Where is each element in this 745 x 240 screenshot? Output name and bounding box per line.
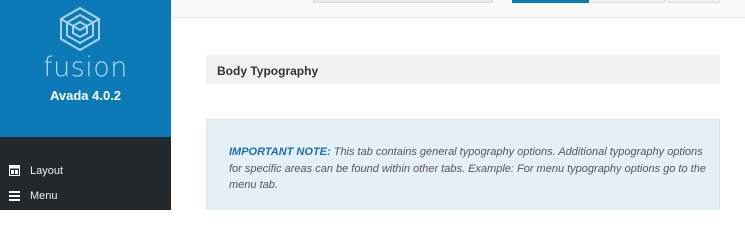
- toolbar-button[interactable]: [593, 0, 665, 3]
- important-note-box: IMPORTANT NOTE: This tab contains genera…: [206, 119, 720, 210]
- layout-icon: [8, 165, 20, 177]
- sidebar-item-label: Menu: [30, 189, 58, 202]
- note-text: IMPORTANT NOTE: This tab contains genera…: [229, 144, 709, 194]
- sidebar: fusion Avada 4.0.2 Layout Menu: [0, 0, 171, 210]
- save-changes-button[interactable]: [512, 0, 589, 3]
- sidebar-item-menu[interactable]: Menu: [0, 183, 171, 208]
- sidebar-item-label: Layout: [30, 164, 64, 177]
- brand-name: fusion: [43, 52, 128, 83]
- search-input[interactable]: [313, 0, 493, 3]
- brand-version: Avada 4.0.2: [49, 88, 122, 103]
- brand-panel: fusion Avada 4.0.2: [0, 0, 171, 137]
- note-label: IMPORTANT NOTE:: [229, 146, 331, 158]
- toolbar-button[interactable]: [668, 0, 720, 3]
- sidebar-item-layout[interactable]: Layout: [0, 158, 171, 183]
- menu-icon: [8, 190, 20, 202]
- section-title: Body Typography: [206, 55, 720, 84]
- sidebar-nav: Layout Menu: [0, 158, 171, 208]
- fusion-logo-icon: [60, 6, 100, 52]
- top-toolbar: [171, 0, 745, 18]
